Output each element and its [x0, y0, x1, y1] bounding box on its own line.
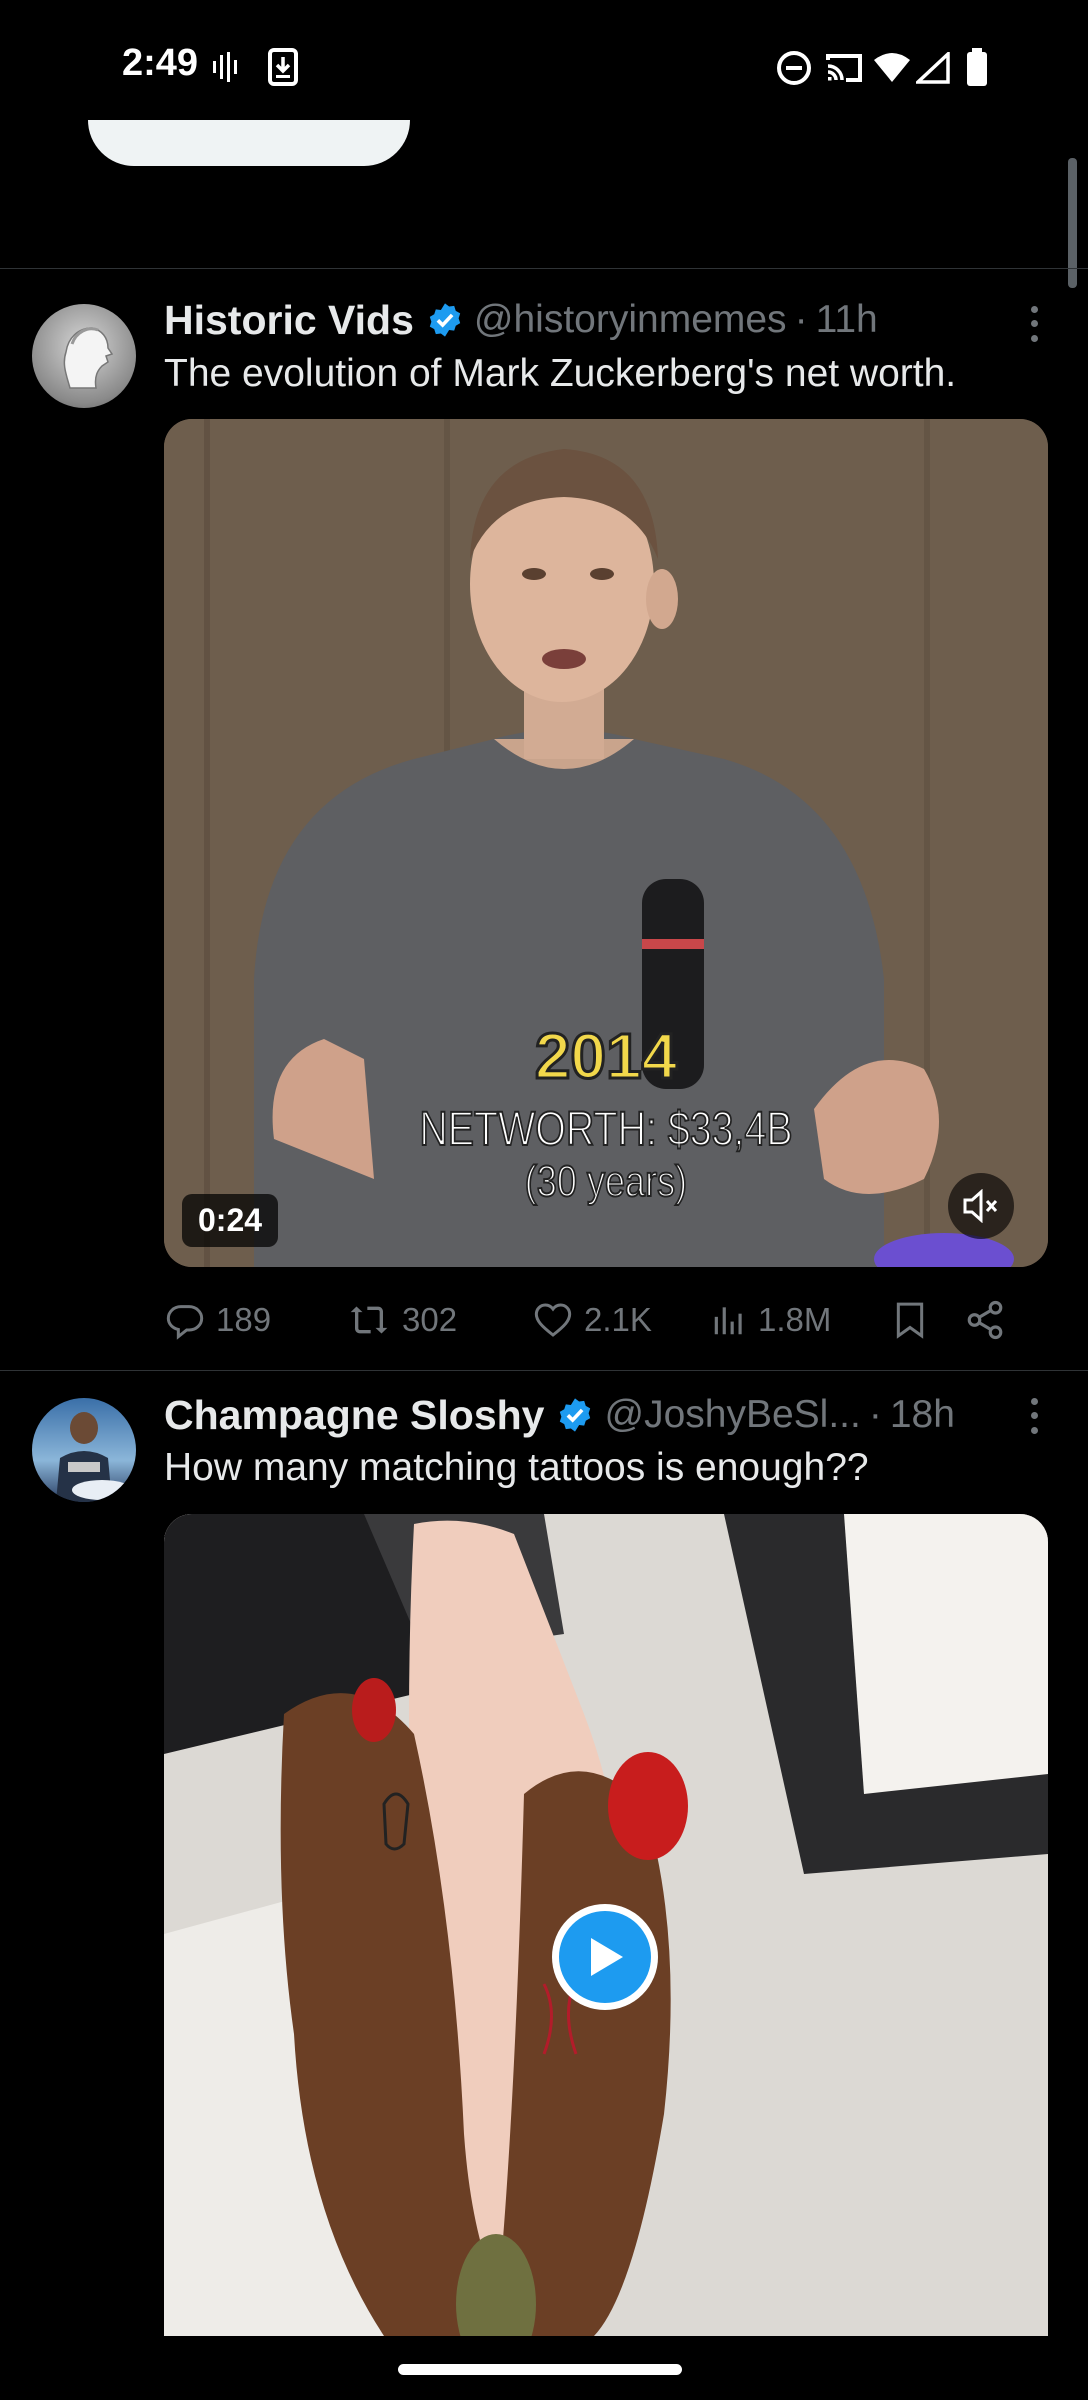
caption-age: (30 years) [524, 1156, 688, 1207]
bust-portrait-icon [63, 327, 114, 389]
verified-badge-icon [429, 303, 461, 337]
reply-button[interactable]: 189 [164, 1290, 271, 1350]
display-name[interactable]: Historic Vids [164, 297, 414, 344]
views-button[interactable]: 1.8M [710, 1290, 831, 1350]
tweet-header: Historic Vids @historyinmemes · 11h [164, 295, 878, 345]
avatar[interactable] [32, 1398, 136, 1502]
handle[interactable]: @historyinmemes [474, 298, 787, 342]
partial-button-top[interactable] [88, 120, 410, 166]
display-name[interactable]: Champagne Sloshy [164, 1392, 544, 1439]
timestamp[interactable]: 18h [890, 1393, 955, 1437]
verified-badge-icon [560, 1398, 591, 1432]
audio-wave-icon [213, 52, 237, 82]
like-button[interactable]: 2.1K [532, 1290, 652, 1350]
separator-dot: · [868, 1393, 882, 1436]
like-count: 2.1K [584, 1301, 652, 1338]
video-player[interactable] [164, 1514, 1048, 2336]
handle[interactable]: @JoshyBeSl... [604, 1393, 860, 1437]
play-button[interactable] [552, 1904, 658, 2010]
caption-networth: NETWORTH: $33,4B [419, 1102, 794, 1157]
wifi-icon [874, 53, 910, 82]
views-chart-icon [714, 1307, 742, 1335]
tweet[interactable]: Historic Vids @historyinmemes · 11h The … [0, 268, 1088, 1370]
speaker-muted-icon [963, 1189, 998, 1223]
caption-year: 2014 [533, 1019, 678, 1094]
repost-count: 302 [402, 1301, 458, 1338]
battery-icon [967, 48, 987, 86]
reply-icon [166, 1305, 204, 1340]
heart-icon [534, 1303, 572, 1337]
download-notification-icon [268, 48, 298, 86]
status-bar: 2:49 [0, 0, 1088, 135]
separator-dot: · [794, 298, 808, 341]
status-time: 2:49 [122, 42, 199, 84]
more-options-icon[interactable] [1022, 1394, 1046, 1438]
reply-count: 189 [216, 1301, 272, 1338]
avatar[interactable] [32, 304, 136, 408]
play-icon [591, 1938, 623, 1976]
tweet[interactable]: Champagne Sloshy @JoshyBeSl... · 18h How… [0, 1370, 1088, 2338]
video-player[interactable]: 2014 NETWORTH: $33,4B (30 years) 0:24 [164, 419, 1048, 1267]
tweet-text: How many matching tattoos is enough?? [164, 1446, 869, 1489]
share-icon [967, 1300, 1003, 1340]
signal-icon [916, 52, 950, 84]
bookmark-icon [896, 1302, 924, 1339]
tweet-text: The evolution of Mark Zuckerberg's net w… [164, 352, 957, 395]
mute-toggle-button[interactable] [948, 1173, 1014, 1239]
tweet-actions: 189 302 2.1K 1.8M [164, 1290, 1048, 1350]
repost-icon [350, 1306, 388, 1334]
view-count: 1.8M [758, 1301, 832, 1338]
repost-button[interactable]: 302 [346, 1290, 457, 1350]
timestamp[interactable]: 11h [816, 298, 878, 342]
cast-icon [826, 54, 862, 82]
video-duration: 0:24 [182, 1194, 279, 1247]
home-indicator[interactable] [398, 2364, 682, 2375]
share-button[interactable] [964, 1290, 1016, 1350]
bookmark-button[interactable] [890, 1290, 940, 1350]
do-not-disturb-icon [777, 51, 811, 85]
tweet-header: Champagne Sloshy @JoshyBeSl... · 18h [164, 1390, 955, 1440]
person-photo [56, 1412, 132, 1502]
more-options-icon[interactable] [1022, 302, 1046, 346]
